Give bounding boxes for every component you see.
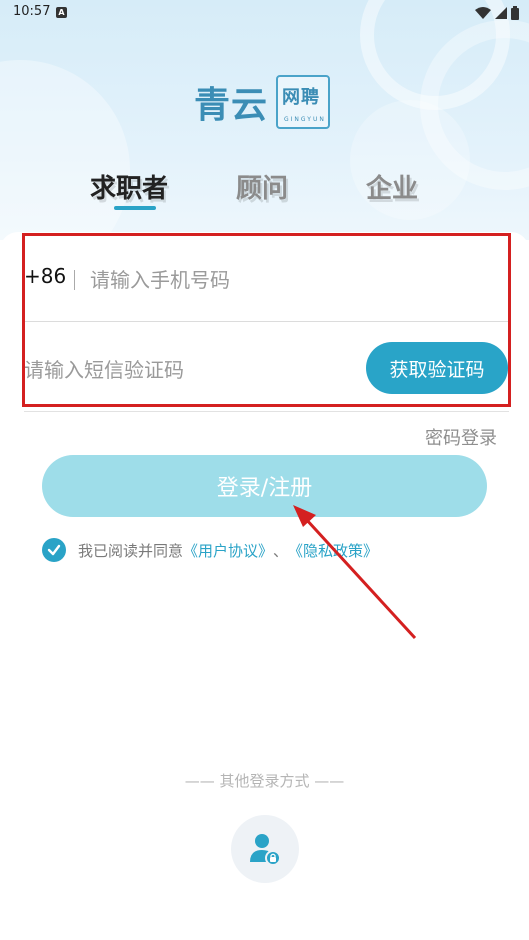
app-logo: 青云 网聘 GINGYUN: [194, 74, 331, 130]
status-bar: 10:57 A: [0, 0, 529, 26]
agreement-separator: 、: [273, 541, 289, 560]
account-login-button[interactable]: [231, 815, 299, 883]
agreement-checkbox[interactable]: [42, 538, 66, 562]
battery-icon: [511, 6, 519, 20]
notification-icon: A: [56, 7, 67, 18]
other-login-label: —— 其他登录方式 ——: [184, 772, 345, 790]
user-lock-icon: [250, 834, 281, 866]
login-register-button[interactable]: 登录/注册: [42, 455, 487, 517]
signal-icon: [495, 7, 507, 19]
agreement-row: 我已阅读并同意 《用户协议》 、 《隐私政策》: [42, 537, 378, 563]
divider: [24, 411, 509, 412]
user-agreement-link[interactable]: 《用户协议》: [183, 540, 273, 561]
login-screen: 10:57 A 青云 网聘 GINGYUN 求职者 顾问 企业 +86 请输入手…: [0, 0, 529, 940]
check-icon: [47, 544, 61, 556]
wifi-icon: [475, 7, 491, 19]
agreement-prefix: 我已阅读并同意: [78, 541, 184, 560]
active-tab-indicator: [114, 206, 156, 210]
logo-main-text: 青云: [194, 85, 269, 126]
logo-english-text: GINGYUN: [284, 116, 326, 123]
logo-sub-text: 网聘: [282, 87, 321, 108]
role-tabs: 求职者 顾问 企业: [0, 168, 529, 218]
tab-job-seeker[interactable]: 求职者: [90, 168, 168, 205]
annotation-highlight-box: [22, 233, 511, 407]
logo-badge: 网聘 GINGYUN: [276, 75, 331, 129]
status-icons: [475, 6, 519, 20]
privacy-policy-link[interactable]: 《隐私政策》: [288, 540, 378, 561]
tab-enterprise[interactable]: 企业: [366, 168, 418, 205]
status-time: 10:57: [13, 4, 51, 19]
password-login-link[interactable]: 密码登录: [425, 424, 497, 450]
tab-consultant[interactable]: 顾问: [236, 168, 288, 205]
